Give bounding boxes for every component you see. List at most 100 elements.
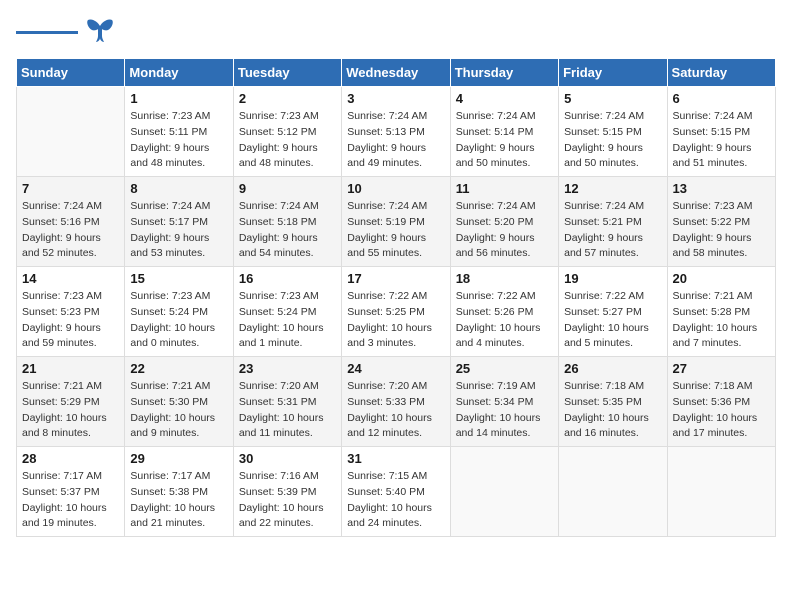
page-header (16, 16, 776, 48)
calendar-day-cell: 30 Sunrise: 7:16 AMSunset: 5:39 PMDayligh… (233, 447, 341, 537)
day-number: 25 (456, 361, 553, 376)
day-number: 27 (673, 361, 770, 376)
calendar-day-cell: 15 Sunrise: 7:23 AMSunset: 5:24 PMDayligh… (125, 267, 233, 357)
day-info: Sunrise: 7:23 AMSunset: 5:24 PMDaylight:… (239, 289, 336, 352)
calendar-day-cell: 8 Sunrise: 7:24 AMSunset: 5:17 PMDaylight… (125, 177, 233, 267)
day-info: Sunrise: 7:23 AMSunset: 5:22 PMDaylight:… (673, 199, 770, 262)
day-info: Sunrise: 7:24 AMSunset: 5:15 PMDaylight:… (673, 109, 770, 172)
day-info: Sunrise: 7:24 AMSunset: 5:13 PMDaylight:… (347, 109, 444, 172)
calendar-day-cell: 4 Sunrise: 7:24 AMSunset: 5:14 PMDaylight… (450, 87, 558, 177)
day-of-week-header: Monday (125, 59, 233, 87)
day-info: Sunrise: 7:17 AMSunset: 5:38 PMDaylight:… (130, 469, 227, 532)
day-info: Sunrise: 7:23 AMSunset: 5:24 PMDaylight:… (130, 289, 227, 352)
day-info: Sunrise: 7:21 AMSunset: 5:28 PMDaylight:… (673, 289, 770, 352)
calendar-day-cell: 18 Sunrise: 7:22 AMSunset: 5:26 PMDayligh… (450, 267, 558, 357)
day-number: 3 (347, 91, 444, 106)
day-info: Sunrise: 7:20 AMSunset: 5:31 PMDaylight:… (239, 379, 336, 442)
day-number: 4 (456, 91, 553, 106)
day-number: 7 (22, 181, 119, 196)
calendar-week-row: 28Sunrise: 7:17 AMSunset: 5:37 PMDayligh… (17, 447, 776, 537)
day-number: 15 (130, 271, 227, 286)
day-info: Sunrise: 7:24 AMSunset: 5:20 PMDaylight:… (456, 199, 553, 262)
day-info: Sunrise: 7:22 AMSunset: 5:26 PMDaylight:… (456, 289, 553, 352)
calendar-day-cell: 7 Sunrise: 7:24 AMSunset: 5:16 PMDaylight… (17, 177, 125, 267)
calendar-day-cell: 22Sunrise: 7:21 AMSunset: 5:30 PMDayligh… (125, 357, 233, 447)
day-number: 18 (456, 271, 553, 286)
day-number: 14 (22, 271, 119, 286)
calendar-day-cell (450, 447, 558, 537)
day-info: Sunrise: 7:18 AMSunset: 5:35 PMDaylight:… (564, 379, 661, 442)
day-number: 21 (22, 361, 119, 376)
calendar-day-cell: 12 Sunrise: 7:24 AMSunset: 5:21 PMDayligh… (559, 177, 667, 267)
day-number: 24 (347, 361, 444, 376)
calendar-day-cell: 29 Sunrise: 7:17 AMSunset: 5:38 PMDayligh… (125, 447, 233, 537)
calendar-day-cell: 1Sunrise: 7:23 AMSunset: 5:11 PMDaylight… (125, 87, 233, 177)
calendar-table: SundayMondayTuesdayWednesdayThursdayFrid… (16, 58, 776, 537)
day-number: 2 (239, 91, 336, 106)
day-info: Sunrise: 7:21 AMSunset: 5:29 PMDaylight:… (22, 379, 119, 442)
day-number: 13 (673, 181, 770, 196)
calendar-day-cell: 13 Sunrise: 7:23 AMSunset: 5:22 PMDayligh… (667, 177, 775, 267)
day-of-week-header: Sunday (17, 59, 125, 87)
day-number: 8 (130, 181, 227, 196)
calendar-day-cell: 10 Sunrise: 7:24 AMSunset: 5:19 PMDayligh… (342, 177, 450, 267)
day-info: Sunrise: 7:24 AMSunset: 5:14 PMDaylight:… (456, 109, 553, 172)
calendar-day-cell: 17 Sunrise: 7:22 AMSunset: 5:25 PMDayligh… (342, 267, 450, 357)
day-number: 20 (673, 271, 770, 286)
logo-bird-icon (84, 16, 116, 48)
calendar-day-cell: 11 Sunrise: 7:24 AMSunset: 5:20 PMDayligh… (450, 177, 558, 267)
day-info: Sunrise: 7:23 AMSunset: 5:11 PMDaylight:… (130, 109, 227, 172)
calendar-day-cell: 25Sunrise: 7:19 AMSunset: 5:34 PMDayligh… (450, 357, 558, 447)
calendar-day-cell (17, 87, 125, 177)
calendar-week-row: 21 Sunrise: 7:21 AMSunset: 5:29 PMDayligh… (17, 357, 776, 447)
calendar-day-cell: 27 Sunrise: 7:18 AMSunset: 5:36 PMDayligh… (667, 357, 775, 447)
day-info: Sunrise: 7:24 AMSunset: 5:21 PMDaylight:… (564, 199, 661, 262)
day-number: 19 (564, 271, 661, 286)
day-info: Sunrise: 7:24 AMSunset: 5:17 PMDaylight:… (130, 199, 227, 262)
day-number: 9 (239, 181, 336, 196)
day-number: 30 (239, 451, 336, 466)
day-info: Sunrise: 7:18 AMSunset: 5:36 PMDaylight:… (673, 379, 770, 442)
day-number: 23 (239, 361, 336, 376)
day-info: Sunrise: 7:16 AMSunset: 5:39 PMDaylight:… (239, 469, 336, 532)
day-of-week-header: Wednesday (342, 59, 450, 87)
calendar-day-cell: 16 Sunrise: 7:23 AMSunset: 5:24 PMDayligh… (233, 267, 341, 357)
day-info: Sunrise: 7:24 AMSunset: 5:18 PMDaylight:… (239, 199, 336, 262)
logo-underline (16, 31, 78, 34)
calendar-day-cell: 28Sunrise: 7:17 AMSunset: 5:37 PMDayligh… (17, 447, 125, 537)
day-info: Sunrise: 7:23 AMSunset: 5:23 PMDaylight:… (22, 289, 119, 352)
day-info: Sunrise: 7:22 AMSunset: 5:25 PMDaylight:… (347, 289, 444, 352)
day-info: Sunrise: 7:24 AMSunset: 5:15 PMDaylight:… (564, 109, 661, 172)
calendar-day-cell: 23 Sunrise: 7:20 AMSunset: 5:31 PMDayligh… (233, 357, 341, 447)
calendar-day-cell (667, 447, 775, 537)
day-number: 10 (347, 181, 444, 196)
day-info: Sunrise: 7:24 AMSunset: 5:16 PMDaylight:… (22, 199, 119, 262)
calendar-day-cell: 9 Sunrise: 7:24 AMSunset: 5:18 PMDaylight… (233, 177, 341, 267)
logo (16, 16, 116, 48)
calendar-day-cell: 3 Sunrise: 7:24 AMSunset: 5:13 PMDaylight… (342, 87, 450, 177)
day-info: Sunrise: 7:22 AMSunset: 5:27 PMDaylight:… (564, 289, 661, 352)
day-info: Sunrise: 7:20 AMSunset: 5:33 PMDaylight:… (347, 379, 444, 442)
calendar-day-cell: 19 Sunrise: 7:22 AMSunset: 5:27 PMDayligh… (559, 267, 667, 357)
calendar-day-cell: 6 Sunrise: 7:24 AMSunset: 5:15 PMDaylight… (667, 87, 775, 177)
calendar-day-cell: 26Sunrise: 7:18 AMSunset: 5:35 PMDayligh… (559, 357, 667, 447)
calendar-day-cell: 31Sunrise: 7:15 AMSunset: 5:40 PMDayligh… (342, 447, 450, 537)
day-number: 12 (564, 181, 661, 196)
calendar-day-cell: 14 Sunrise: 7:23 AMSunset: 5:23 PMDayligh… (17, 267, 125, 357)
calendar-header-row: SundayMondayTuesdayWednesdayThursdayFrid… (17, 59, 776, 87)
day-info: Sunrise: 7:17 AMSunset: 5:37 PMDaylight:… (22, 469, 119, 532)
calendar-week-row: 14 Sunrise: 7:23 AMSunset: 5:23 PMDayligh… (17, 267, 776, 357)
day-info: Sunrise: 7:15 AMSunset: 5:40 PMDaylight:… (347, 469, 444, 532)
day-number: 17 (347, 271, 444, 286)
day-info: Sunrise: 7:24 AMSunset: 5:19 PMDaylight:… (347, 199, 444, 262)
calendar-day-cell: 2Sunrise: 7:23 AMSunset: 5:12 PMDaylight… (233, 87, 341, 177)
day-of-week-header: Friday (559, 59, 667, 87)
day-of-week-header: Tuesday (233, 59, 341, 87)
day-number: 16 (239, 271, 336, 286)
day-number: 29 (130, 451, 227, 466)
day-number: 6 (673, 91, 770, 106)
calendar-day-cell (559, 447, 667, 537)
day-number: 5 (564, 91, 661, 106)
calendar-day-cell: 5 Sunrise: 7:24 AMSunset: 5:15 PMDaylight… (559, 87, 667, 177)
day-number: 11 (456, 181, 553, 196)
